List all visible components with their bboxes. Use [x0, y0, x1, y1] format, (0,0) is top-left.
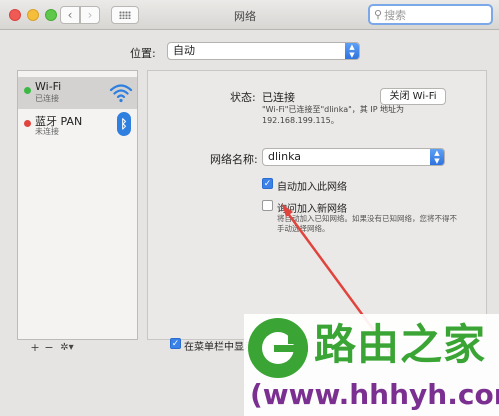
- service-item-bluetooth-pan[interactable]: 蓝牙 PAN 未连接 ᛒ: [18, 110, 137, 142]
- window-title: 网络: [234, 10, 256, 23]
- network-name-label: 网络名称:: [210, 153, 258, 166]
- service-list-toolbar: + − ✲▾: [28, 341, 78, 355]
- auto-join-label: 自动加入此网络: [277, 182, 347, 193]
- search-field[interactable]: ⚲ 搜索: [368, 4, 493, 25]
- title-bar: ‹ › 网络 ⚲ 搜索: [0, 0, 499, 30]
- minimize-window-button[interactable]: [27, 9, 39, 21]
- chevron-left-icon: ‹: [67, 8, 73, 22]
- forward-button[interactable]: ›: [80, 6, 100, 24]
- ask-to-join-label: 询问加入新网络: [277, 204, 347, 215]
- service-status: 未连接: [35, 127, 59, 136]
- location-value: 自动: [173, 44, 195, 57]
- status-dot-green: [24, 87, 31, 94]
- service-list: Wi-Fi 已连接 蓝牙 PAN 未连接 ᛒ: [17, 70, 138, 340]
- chevron-right-icon: ›: [87, 8, 93, 22]
- turn-off-wifi-button[interactable]: 关闭 Wi-Fi: [380, 88, 446, 105]
- updown-arrows-icon: ▲ ▼: [430, 149, 444, 165]
- service-item-wifi[interactable]: Wi-Fi 已连接: [18, 77, 137, 109]
- watermark-title: 路由之家: [314, 320, 487, 369]
- network-name-value: dlinka: [268, 150, 301, 163]
- watermark-url: (www.hhhyh.com): [250, 378, 499, 411]
- remove-service-button[interactable]: −: [42, 341, 56, 355]
- search-icon: ⚲: [374, 8, 383, 21]
- service-name: Wi-Fi: [35, 80, 62, 93]
- network-preferences-window: ‹ › 网络 ⚲ 搜索 位置: 自动 ▲ ▼ Wi-Fi 已连接 蓝牙 PAN …: [0, 0, 499, 416]
- show-in-menubar-checkbox[interactable]: ✓: [170, 338, 181, 349]
- updown-arrows-icon: ▲ ▼: [345, 43, 359, 59]
- service-status: 已连接: [35, 94, 59, 103]
- bluetooth-icon: ᛒ: [117, 112, 131, 136]
- status-dot-red: [24, 120, 31, 127]
- grid-icon: [119, 11, 131, 19]
- status-label: 状态:: [230, 91, 256, 104]
- location-select[interactable]: 自动 ▲ ▼: [167, 42, 360, 60]
- ask-to-join-checkbox[interactable]: [262, 200, 273, 211]
- gear-icon[interactable]: ✲▾: [56, 341, 78, 355]
- close-window-button[interactable]: [9, 9, 21, 21]
- show-all-button[interactable]: [111, 6, 139, 24]
- ask-to-join-description: 将自动加入已知网络。如果没有已知网络，您将不得不手动选择网络。: [277, 214, 457, 233]
- back-button[interactable]: ‹: [60, 6, 80, 24]
- network-name-select[interactable]: dlinka ▲ ▼: [262, 148, 445, 166]
- watermark-logo-icon: [248, 318, 308, 378]
- auto-join-checkbox[interactable]: ✓: [262, 178, 273, 189]
- zoom-window-button[interactable]: [45, 9, 57, 21]
- wifi-icon: [109, 84, 133, 103]
- location-label: 位置:: [130, 47, 156, 60]
- add-service-button[interactable]: +: [28, 341, 42, 355]
- status-description: "Wi-Fi"已连接至"dlinka"，其 IP 地址为 192.168.199…: [262, 105, 405, 125]
- search-placeholder: 搜索: [384, 8, 407, 22]
- status-value: 已连接: [262, 91, 295, 104]
